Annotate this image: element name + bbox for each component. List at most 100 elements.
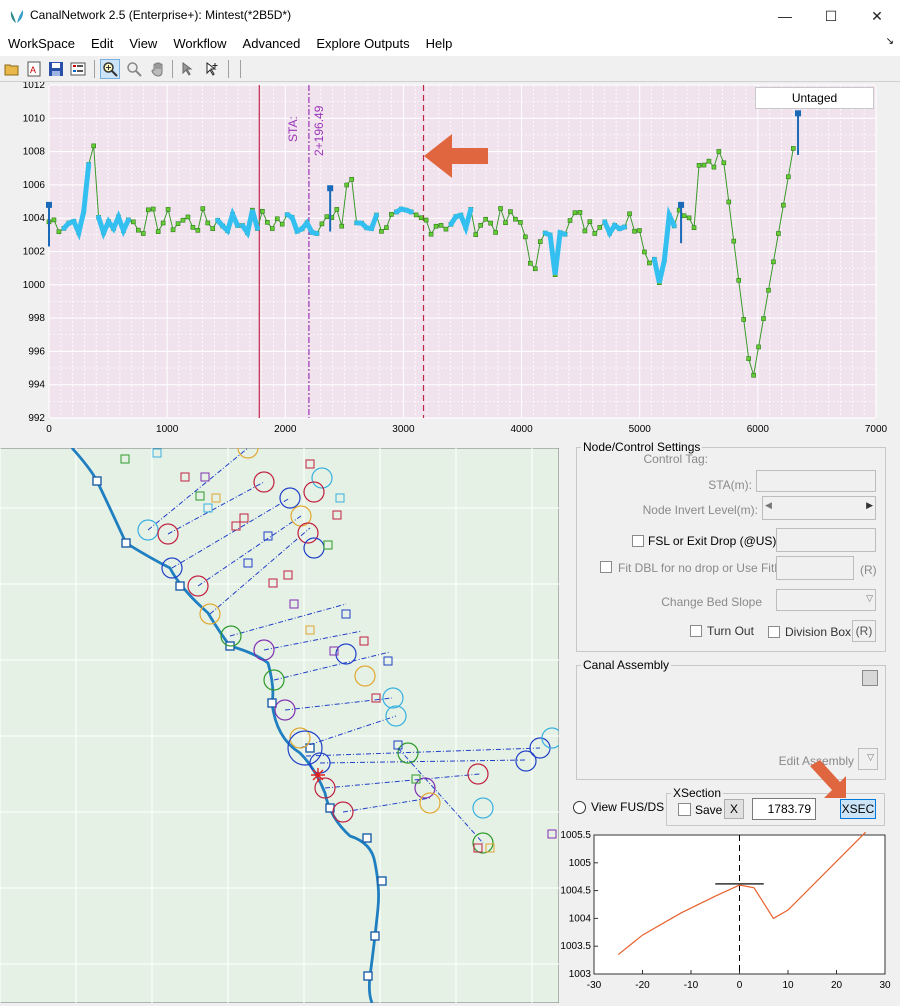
profile-point (751, 372, 756, 378)
profile-point (786, 174, 791, 180)
profile-point (493, 230, 498, 235)
profile-point (726, 199, 732, 205)
pan-hand-icon[interactable] (148, 59, 168, 79)
profile-chart[interactable]: 0 1000 2000 3000 4000 5000 6000 7000 992 994 996 99… (0, 68, 900, 438)
slider-left-icon[interactable]: ◀ (765, 500, 772, 511)
open-folder-icon[interactable] (2, 59, 22, 79)
profile-point (145, 207, 151, 213)
zoom-in-icon[interactable] (100, 59, 120, 79)
profile-point (597, 225, 603, 230)
y-tick-label: 1012 (23, 82, 46, 91)
water-surface-segment (393, 206, 414, 215)
zoom-icon[interactable] (124, 59, 144, 79)
fsl-checkbox[interactable] (632, 535, 644, 547)
profile-point (91, 143, 96, 149)
xsec-button[interactable]: XSEC (840, 799, 876, 819)
change-bed-slope-select[interactable]: ▽ (776, 589, 876, 611)
fit-ht-input[interactable] (776, 556, 854, 580)
y-tick-label: 992 (28, 413, 45, 424)
fsl-label: FSL or Exit Drop (@US) (648, 534, 777, 548)
drop-marker-top (46, 201, 52, 208)
division-r-button[interactable]: (R) (852, 620, 876, 642)
maximize-button[interactable]: ☐ (808, 0, 854, 32)
drop-marker-top (327, 185, 334, 192)
profile-point (200, 206, 206, 211)
sta-value: 2+196.49 (312, 105, 326, 156)
menu-workflow[interactable]: Workflow (165, 32, 234, 56)
profile-point (736, 277, 742, 283)
profile-point (776, 231, 781, 236)
edit-assembly-select[interactable]: ▽ (858, 748, 878, 770)
x-tick-label: 1000 (156, 424, 179, 435)
profile-point (344, 182, 350, 188)
text-edit-icon[interactable]: A (24, 59, 44, 79)
selected-node-icon (311, 768, 325, 782)
profile-point (771, 259, 776, 265)
profile-point (532, 266, 538, 272)
drop-marker-top (678, 201, 685, 208)
minimize-button[interactable]: — (762, 0, 808, 32)
cross-section-chart[interactable]: -30 -20 -10 0 10 20 30 1003 1003.5 1004 1004.5 1005… (560, 826, 900, 1003)
profile-point (498, 206, 503, 211)
profile-point (488, 220, 493, 226)
untagged-label[interactable]: Untaged (755, 87, 874, 109)
canal-node (121, 538, 131, 548)
menu-explore-outputs[interactable]: Explore Outputs (308, 32, 417, 56)
svg-text:A: A (30, 65, 36, 75)
profile-point (324, 214, 330, 220)
menu-advanced[interactable]: Advanced (235, 32, 309, 56)
profile-point (572, 210, 578, 216)
canal-assembly-legend: Canal Assembly (583, 658, 670, 672)
xsection-value-input[interactable]: 1783.79 (752, 798, 816, 820)
profile-point (681, 213, 687, 219)
fsl-input[interactable] (776, 528, 876, 552)
x-tick-label: 6000 (747, 424, 770, 435)
node-invert-slider[interactable]: ◀ ▶ (762, 496, 876, 520)
division-box-checkbox[interactable] (768, 626, 780, 638)
add-node-icon[interactable] (202, 59, 222, 79)
canal-node (363, 971, 373, 981)
canal-assembly-color-button[interactable] (862, 670, 878, 686)
slider-right-icon[interactable]: ▶ (866, 500, 873, 511)
app-logo-icon (10, 10, 24, 23)
x-tick-label: 2000 (274, 424, 297, 435)
menu-edit[interactable]: Edit (83, 32, 121, 56)
network-map[interactable] (0, 437, 563, 1004)
profile-point (433, 223, 439, 229)
sta-label: STA(m): (708, 478, 752, 492)
profile-point (185, 214, 191, 220)
profile-point (577, 210, 583, 215)
canal-node (92, 476, 102, 486)
profile-point (696, 162, 702, 168)
close-button[interactable]: ✕ (854, 0, 900, 32)
menu-workspace[interactable]: WorkSpace (0, 32, 83, 56)
view-fus-ds-radio[interactable] (573, 801, 586, 814)
fit-dbl-checkbox[interactable] (600, 561, 612, 573)
x-tick-label: 5000 (629, 424, 652, 435)
profile-point (131, 219, 136, 225)
profile-point (210, 226, 216, 231)
list-icon[interactable] (68, 59, 88, 79)
sta-input[interactable] (756, 470, 876, 492)
turn-out-checkbox[interactable] (690, 625, 702, 637)
profile-point (582, 228, 588, 234)
y-tick-label: 1004 (23, 213, 46, 224)
menu-help[interactable]: Help (418, 32, 461, 56)
xsection-save-checkbox[interactable] (678, 803, 691, 816)
xsection-x-button[interactable]: X (724, 799, 744, 819)
save-icon[interactable] (46, 59, 66, 79)
profile-point (483, 216, 488, 222)
profile-point (205, 220, 211, 226)
menu-view[interactable]: View (121, 32, 165, 56)
profile-point (418, 215, 424, 221)
profile-point (691, 225, 697, 231)
xsec-x-tick-label: 20 (831, 980, 843, 991)
window-title: CanalNetwork 2.5 (Enterprise+): Mintest(… (30, 8, 292, 22)
xsection-save-label: Save (695, 803, 723, 817)
profile-point (334, 207, 340, 212)
select-node-icon[interactable] (178, 59, 198, 79)
toolbar: A (0, 56, 900, 82)
fit-dbl-label: Fit DBL for no drop or Use FitHt: (618, 561, 790, 575)
profile-point (319, 221, 325, 227)
chevron-down-icon: ▽ (867, 752, 874, 762)
